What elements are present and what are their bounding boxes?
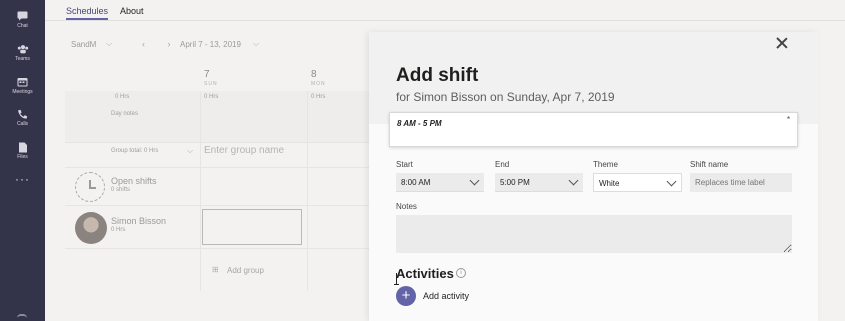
day-number: 7 (204, 69, 210, 80)
top-tabs: Schedules About (45, 0, 845, 21)
grid-line (65, 248, 375, 249)
app-rail: Chat Teams Meetings Calls Files ··· (0, 0, 45, 321)
rail-label: Files (17, 154, 28, 160)
member-name: Simon Bisson (111, 216, 167, 226)
activities-heading: Activities (396, 266, 454, 281)
open-shifts-clock-icon (75, 172, 105, 202)
phone-icon (17, 109, 29, 119)
rail-item-meetings[interactable]: Meetings (0, 71, 45, 101)
end-label: End (495, 160, 510, 169)
hours-total: 0 Hrs (204, 94, 219, 100)
plus-icon: + (396, 286, 416, 306)
group-total: Group total: 0 Hrs (111, 148, 159, 154)
more-apps-icon[interactable]: ··· (0, 172, 45, 186)
selected-shift-cell[interactable] (202, 209, 302, 245)
text-cursor-icon (394, 273, 399, 285)
day-notes-label: Day notes (111, 111, 139, 117)
date-nav-arrows[interactable]: ‹ › (142, 39, 181, 49)
theme-label: Theme (593, 160, 618, 169)
theme-select[interactable]: White (593, 173, 682, 192)
tab-about[interactable]: About (120, 6, 144, 16)
start-time-value: 8:00 AM (401, 178, 431, 187)
panel-subtitle: for Simon Bisson on Sunday, Apr 7, 2019 (396, 90, 615, 104)
add-activity-label: Add activity (423, 291, 470, 301)
end-time-value: 5:00 PM (500, 178, 530, 187)
rail-item-chat[interactable]: Chat (0, 5, 45, 35)
theme-value: White (599, 179, 620, 188)
hours-total: 0 Hrs (311, 94, 326, 100)
rail-label: Teams (15, 56, 30, 62)
group-name-input[interactable]: Enter group name (204, 145, 284, 156)
start-time-select[interactable]: 8:00 AM (396, 173, 484, 192)
start-label: Start (396, 160, 413, 169)
notes-field[interactable] (396, 215, 792, 253)
shift-name-input[interactable] (690, 173, 792, 192)
rail-label: Chat (17, 23, 28, 29)
day-number: 8 (311, 69, 317, 80)
avatar (75, 212, 107, 244)
chevron-down-icon (469, 175, 480, 186)
rail-item-teams[interactable]: Teams (0, 38, 45, 68)
tab-schedules[interactable]: Schedules (66, 6, 109, 20)
rail-bottom-icon[interactable] (17, 314, 27, 320)
required-mark: * (787, 115, 791, 124)
rail-label: Meetings (12, 89, 33, 95)
open-shifts-label: Open shifts (111, 176, 157, 186)
grid-line (65, 167, 375, 168)
shift-name-label: Shift name (690, 160, 729, 169)
calendar-icon (17, 77, 29, 87)
grid-line (200, 91, 201, 291)
grid-line (307, 91, 308, 291)
open-shifts-count: 0 shifts (111, 187, 131, 193)
member-hours: 0 Hrs (111, 227, 126, 233)
rail-item-files[interactable]: Files (0, 136, 45, 166)
hours-total: 0 Hrs (115, 94, 130, 100)
chat-icon (17, 11, 29, 21)
file-icon (17, 142, 29, 152)
day-name: MON (311, 81, 326, 87)
shift-time-label: 8 AM - 5 PM (397, 119, 442, 128)
shift-preview-box[interactable]: 8 AM - 5 PM * (389, 112, 798, 147)
date-range[interactable]: April 7 - 13, 2019 (180, 40, 241, 49)
info-icon[interactable]: i (456, 268, 466, 278)
chevron-down-icon (666, 176, 677, 187)
add-activity-button[interactable]: + Add activity (396, 286, 469, 306)
team-selector[interactable]: SandM (71, 40, 96, 49)
grid-line (65, 205, 375, 206)
chevron-down-icon[interactable]: ⌵ (187, 146, 193, 156)
grid-line (65, 142, 375, 143)
add-group-button[interactable]: Add group (227, 266, 264, 275)
add-group-icon: ⊞ (212, 265, 219, 274)
day-name: SUN (204, 81, 218, 87)
rail-item-calls[interactable]: Calls (0, 103, 45, 133)
rail-label: Calls (16, 121, 29, 127)
panel-title: Add shift (396, 65, 479, 86)
end-time-select[interactable]: 5:00 PM (495, 173, 583, 192)
chevron-down-icon: ⌵ (106, 39, 113, 48)
chevron-down-icon: ⌵ (253, 39, 260, 48)
add-shift-panel: Add shift for Simon Bisson on Sunday, Ap… (369, 32, 818, 321)
teams-icon (17, 44, 29, 54)
summary-band (65, 91, 375, 143)
notes-label: Notes (396, 202, 417, 211)
chevron-down-icon (568, 175, 579, 186)
close-icon[interactable] (774, 36, 790, 52)
